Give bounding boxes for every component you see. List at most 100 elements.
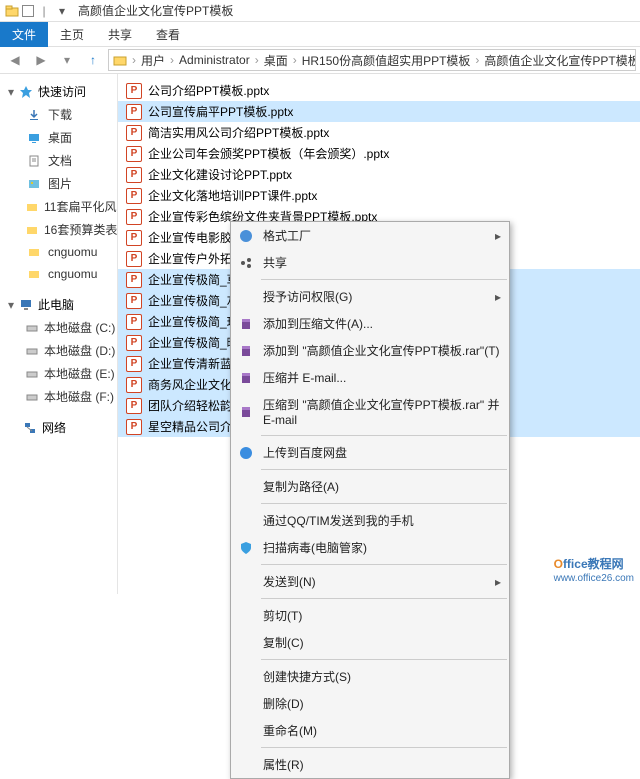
sidebar-drive[interactable]: 本地磁盘 (E:) [0, 362, 117, 385]
star-icon [18, 84, 34, 100]
menu-copy-as-path[interactable]: 复制为路径(A) [231, 473, 509, 500]
list-item[interactable]: P公司介绍PPT模板.pptx [118, 80, 640, 101]
list-item[interactable]: P公司宣传扁平PPT模板.pptx [118, 101, 640, 122]
sidebar-drive[interactable]: 本地磁盘 (F:) [0, 385, 117, 408]
pptx-icon: P [126, 377, 142, 393]
menu-rename[interactable]: 重命名(M) [231, 717, 509, 744]
desktop-icon [26, 130, 42, 146]
pptx-icon: P [126, 251, 142, 267]
nav-bar: ◀ ▶ ▾ ↑ › 用户› Administrator› 桌面› HR150份高… [0, 46, 640, 74]
shield-icon [237, 539, 255, 557]
menu-upload-baidu[interactable]: 上传到百度网盘 [231, 439, 509, 466]
sidebar-item[interactable]: 16套预算类表格 [0, 218, 117, 241]
menu-separator [261, 435, 507, 436]
menu-add-rar[interactable]: 添加到 "高颜值企业文化宣传PPT模板.rar"(T) [231, 337, 509, 364]
quick-access-toolbar: | ▾ [4, 3, 70, 19]
menu-create-shortcut[interactable]: 创建快捷方式(S) [231, 663, 509, 690]
dropdown-icon[interactable]: ▾ [54, 3, 70, 19]
menu-grant-access[interactable]: 授予访问权限(G)▸ [231, 283, 509, 310]
breadcrumb[interactable]: 高颜值企业文化宣传PPT模板 [484, 52, 636, 69]
menu-cut[interactable]: 剪切(T) [231, 602, 509, 629]
history-dropdown[interactable]: ▾ [56, 49, 78, 71]
sidebar-quick-access[interactable]: ▾ 快速访问 [0, 80, 117, 103]
address-bar[interactable]: › 用户› Administrator› 桌面› HR150份高颜值超实用PPT… [108, 49, 636, 71]
drive-icon [26, 366, 38, 382]
list-item[interactable]: P企业文化落地培训PPT课件.pptx [118, 185, 640, 206]
pptx-icon: P [126, 335, 142, 351]
pptx-icon: P [126, 83, 142, 99]
breadcrumb[interactable]: 桌面 [264, 52, 288, 69]
sidebar-item[interactable]: cnguomu [0, 241, 117, 263]
menu-format-factory[interactable]: 格式工厂▸ [231, 222, 509, 249]
tab-view[interactable]: 查看 [144, 22, 192, 47]
menu-separator [261, 503, 507, 504]
menu-copy[interactable]: 复制(C) [231, 629, 509, 656]
tab-file[interactable]: 文件 [0, 22, 48, 47]
drive-icon [26, 389, 38, 405]
pptx-icon: P [126, 314, 142, 330]
menu-delete[interactable]: 删除(D) [231, 690, 509, 717]
menu-share[interactable]: 共享 [231, 249, 509, 276]
sidebar-network[interactable]: 网络 [0, 416, 117, 439]
breadcrumb[interactable]: Administrator [179, 53, 250, 67]
chevron-right-icon: ▸ [495, 229, 501, 243]
nav-sidebar: ▾ 快速访问 下载 桌面 文档 图片 11套扁平化风格PPT 16套预算类表格 … [0, 74, 118, 594]
pictures-icon [26, 176, 42, 192]
list-item[interactable]: P企业文化建设讨论PPT.pptx [118, 164, 640, 185]
menu-compress-email[interactable]: 压缩并 E-mail... [231, 364, 509, 391]
pptx-icon: P [126, 146, 142, 162]
format-factory-icon [237, 227, 255, 245]
menu-separator [261, 598, 507, 599]
pptx-icon: P [126, 356, 142, 372]
rar-icon [237, 403, 255, 421]
sidebar-item[interactable]: cnguomu [0, 263, 117, 285]
tab-home[interactable]: 主页 [48, 22, 96, 47]
folder-icon [4, 3, 20, 19]
folder-icon [26, 199, 38, 215]
tab-share[interactable]: 共享 [96, 22, 144, 47]
breadcrumb[interactable]: 用户 [141, 52, 165, 69]
list-item[interactable]: P简洁实用风公司介绍PPT模板.pptx [118, 122, 640, 143]
pptx-icon: P [126, 209, 142, 225]
up-button[interactable]: ↑ [82, 49, 104, 71]
context-menu: 格式工厂▸ 共享 授予访问权限(G)▸ 添加到压缩文件(A)... 添加到 "高… [230, 221, 510, 779]
sidebar-drive[interactable]: 本地磁盘 (D:) [0, 339, 117, 362]
pptx-icon: P [126, 167, 142, 183]
menu-add-archive[interactable]: 添加到压缩文件(A)... [231, 310, 509, 337]
document-icon [26, 153, 42, 169]
breadcrumb[interactable]: HR150份高颜值超实用PPT模板 [302, 52, 471, 69]
sidebar-item[interactable]: 11套扁平化风格PPT [0, 195, 117, 218]
menu-separator [261, 279, 507, 280]
menu-separator [261, 659, 507, 660]
menu-properties[interactable]: 属性(R) [231, 751, 509, 778]
menu-separator [261, 469, 507, 470]
sidebar-item[interactable]: 下载 [0, 103, 117, 126]
sidebar-item[interactable]: 桌面 [0, 126, 117, 149]
sidebar-item[interactable]: 文档 [0, 149, 117, 172]
rar-icon [237, 369, 255, 387]
pptx-icon: P [126, 419, 142, 435]
window-title: 高颜值企业文化宣传PPT模板 [78, 2, 233, 19]
menu-compress-rar-email[interactable]: 压缩到 "高颜值企业文化宣传PPT模板.rar" 并 E-mail [231, 391, 509, 432]
download-icon [26, 107, 42, 123]
pc-icon [18, 297, 34, 313]
back-button[interactable]: ◀ [4, 49, 26, 71]
pptx-icon: P [126, 230, 142, 246]
menu-send-to[interactable]: 发送到(N)▸ [231, 568, 509, 595]
folder-icon [113, 53, 127, 67]
sidebar-this-pc[interactable]: ▾ 此电脑 [0, 293, 117, 316]
checkbox-icon[interactable] [22, 5, 34, 17]
forward-button[interactable]: ▶ [30, 49, 52, 71]
menu-scan-virus[interactable]: 扫描病毒(电脑管家) [231, 534, 509, 561]
rar-icon [237, 342, 255, 360]
folder-icon [26, 244, 42, 260]
menu-send-qq[interactable]: 通过QQ/TIM发送到我的手机 [231, 507, 509, 534]
drive-icon [26, 343, 38, 359]
pptx-icon: P [126, 104, 142, 120]
sidebar-drive[interactable]: 本地磁盘 (C:) [0, 316, 117, 339]
sidebar-item[interactable]: 图片 [0, 172, 117, 195]
divider-icon: | [36, 3, 52, 19]
pptx-icon: P [126, 398, 142, 414]
network-icon [22, 420, 38, 436]
list-item[interactable]: P企业公司年会颁奖PPT模板（年会颁奖）.pptx [118, 143, 640, 164]
